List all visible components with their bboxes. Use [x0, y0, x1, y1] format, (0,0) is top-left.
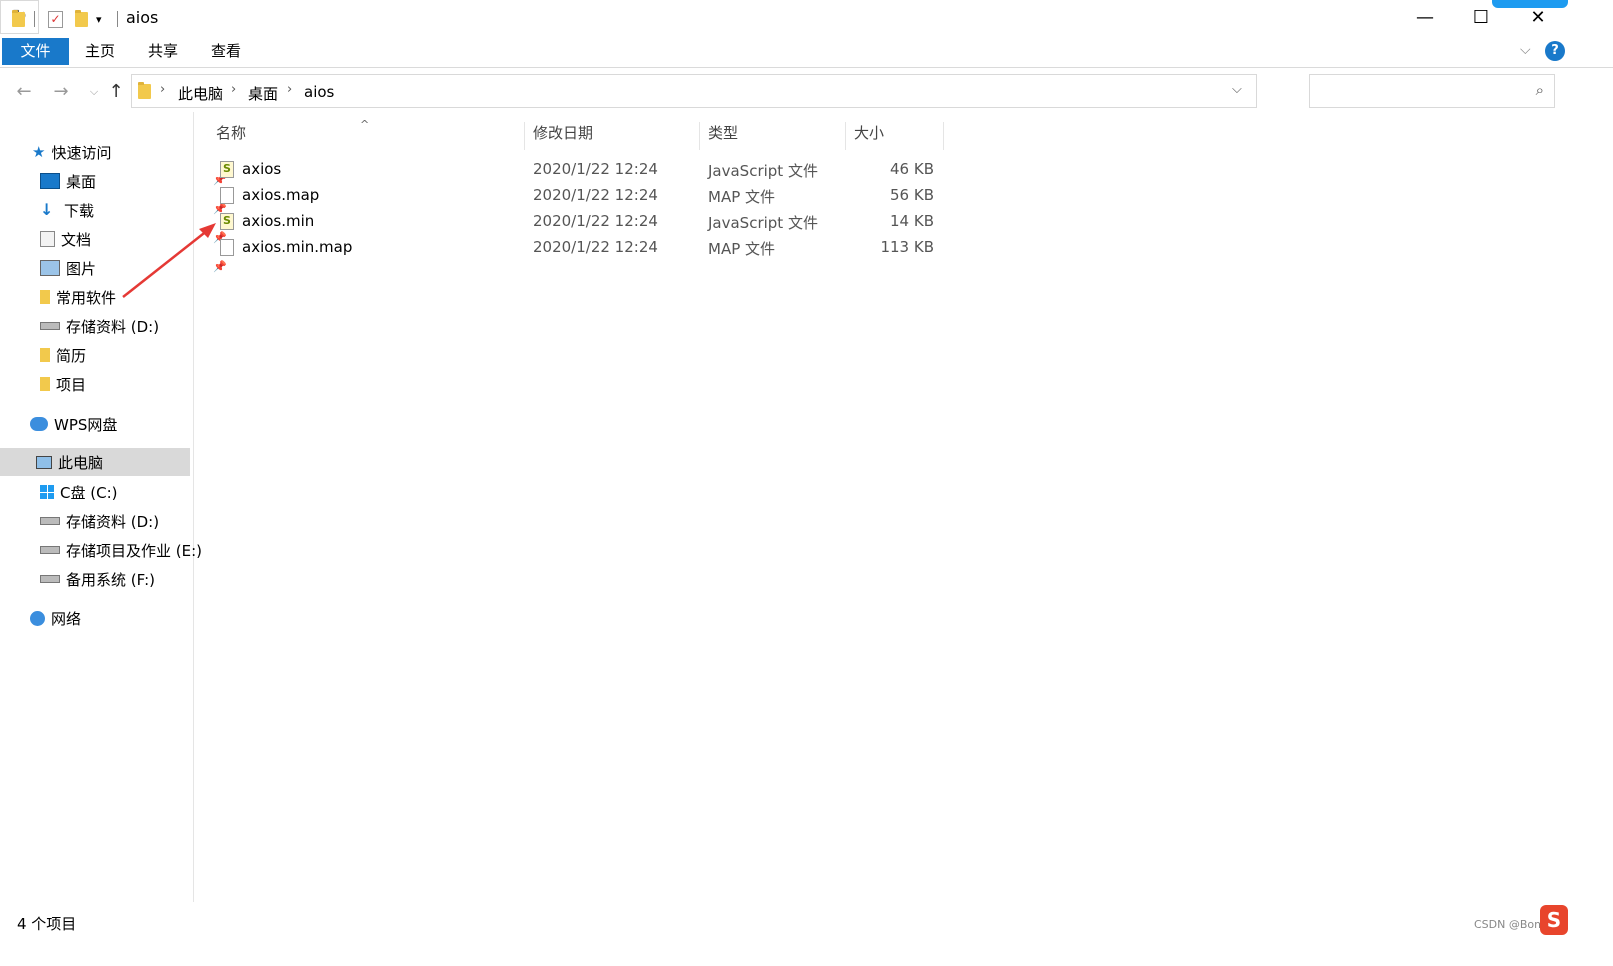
- annotation-arrow-icon: [122, 223, 216, 298]
- ime-logo-icon: S: [1540, 905, 1568, 935]
- status-item-count: 4 个项目: [17, 915, 77, 933]
